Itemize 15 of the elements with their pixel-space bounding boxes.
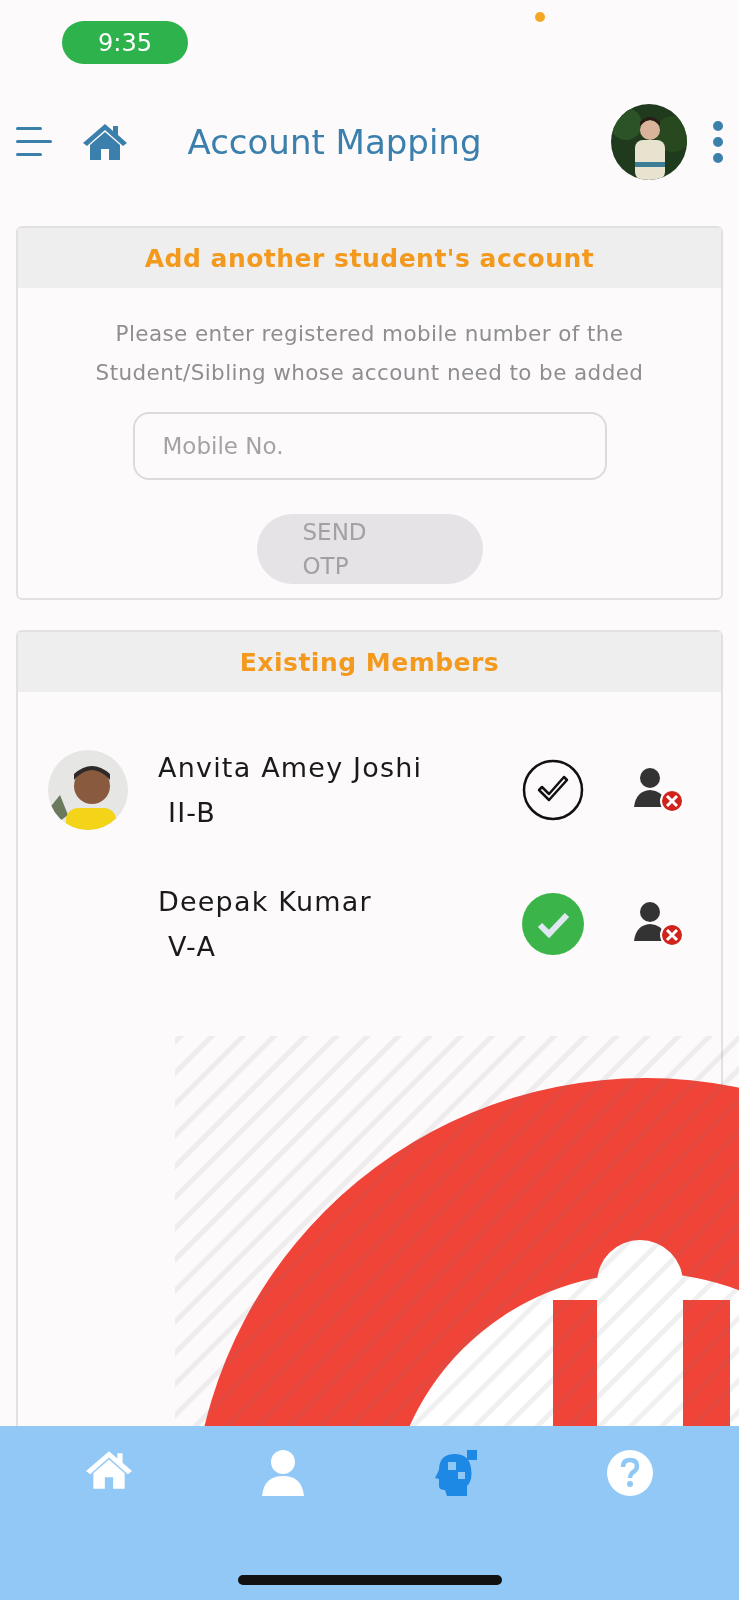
more-options-icon[interactable] [713,121,723,163]
member-name: Deepak Kumar [158,886,373,917]
card-title: Existing Members [239,647,500,677]
instructions-text: Please enter registered mobile number of the Student/Sibling whose account need to be added [94,320,645,387]
recording-dot-icon [535,12,545,22]
selected-check-icon[interactable] [522,893,584,955]
status-time: 9:35 [62,21,188,64]
check-circle-icon[interactable] [522,759,584,821]
mobile-input-field[interactable]: Mobile No. [132,412,607,480]
home-icon[interactable] [82,123,128,161]
card-title: Add another student's account [144,243,595,273]
member-class: V-A [167,931,218,962]
member-class: II-B [167,797,218,828]
member-name: Anvita Amey Joshi [158,752,424,783]
page-title: Account Mapping [186,122,483,162]
